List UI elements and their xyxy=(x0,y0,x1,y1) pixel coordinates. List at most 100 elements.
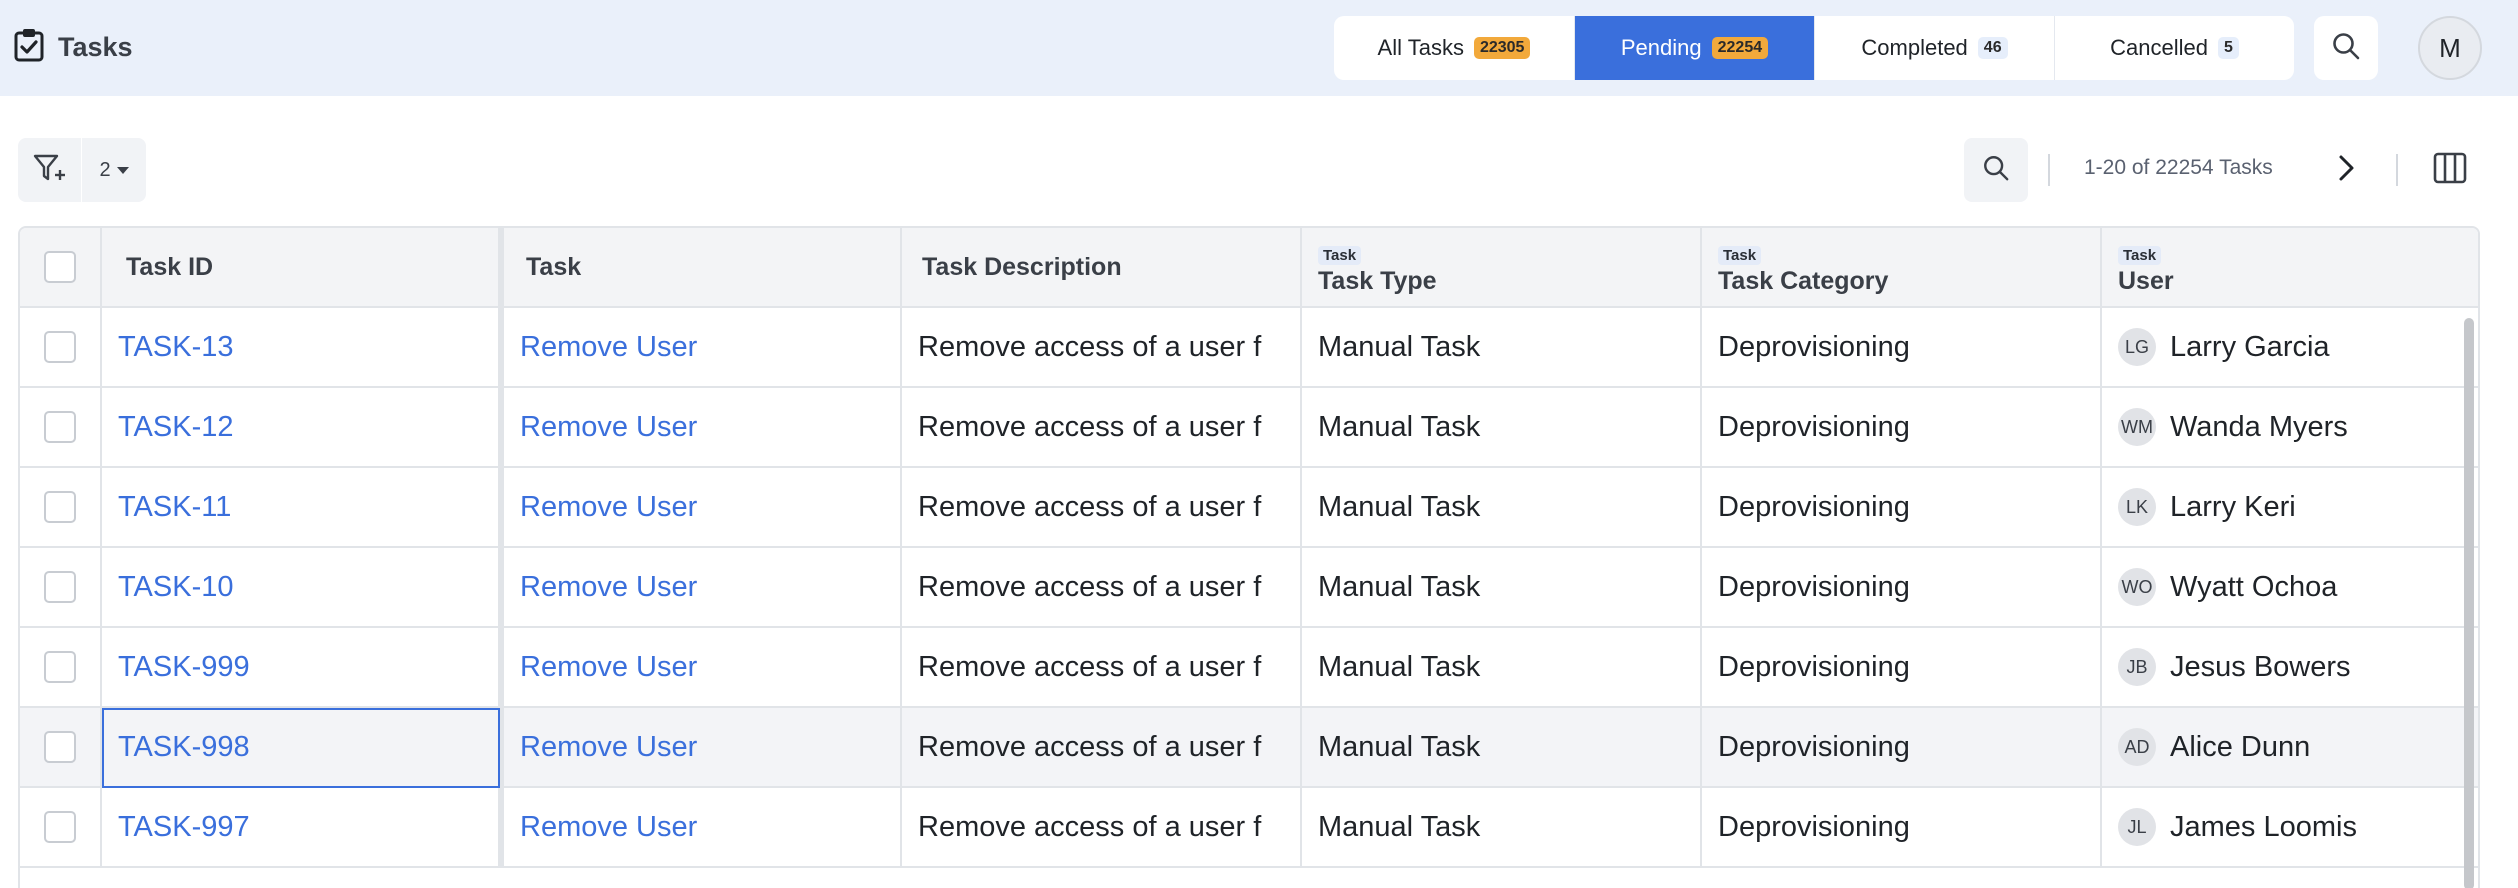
tasks-table: Task ID Task Task Description Task Task … xyxy=(18,226,2480,888)
user-initials-avatar: JL xyxy=(2118,808,2156,846)
user-name: Jesus Bowers xyxy=(2170,650,2351,683)
task-id-link[interactable]: TASK-998 xyxy=(118,731,250,764)
row-checkbox[interactable] xyxy=(44,491,76,523)
row-select-cell xyxy=(20,468,102,546)
task-id-link[interactable]: TASK-10 xyxy=(118,571,234,604)
row-checkbox[interactable] xyxy=(44,651,76,683)
task-type: Manual Task xyxy=(1318,410,1481,443)
task-type-cell: Manual Task xyxy=(1302,628,1702,706)
tab-all-tasks[interactable]: All Tasks 22305 xyxy=(1334,16,1575,80)
task-name-link[interactable]: Remove User xyxy=(520,491,697,524)
column-header-label: User xyxy=(2118,267,2174,295)
task-category-cell: Deprovisioning xyxy=(1702,628,2102,706)
tab-completed[interactable]: Completed 46 xyxy=(1815,16,2055,80)
task-description: Remove access of a user f xyxy=(918,650,1262,683)
table-row[interactable]: TASK-998 Remove User Remove access of a us… xyxy=(20,708,2478,788)
user-initials-avatar: WO xyxy=(2118,568,2156,606)
column-header-task-id[interactable]: Task ID xyxy=(102,228,500,306)
task-name-link[interactable]: Remove User xyxy=(520,571,697,604)
row-checkbox[interactable] xyxy=(44,811,76,843)
task-category: Deprovisioning xyxy=(1718,730,1910,763)
column-header-task[interactable]: Task xyxy=(500,228,902,306)
next-page-button[interactable] xyxy=(2326,150,2366,190)
column-header-task-type[interactable]: Task Task Type xyxy=(1302,228,1702,306)
row-checkbox[interactable] xyxy=(44,411,76,443)
task-id-link[interactable]: TASK-11 xyxy=(118,491,231,524)
task-type-cell: Manual Task xyxy=(1302,788,1702,866)
task-type-cell: Manual Task xyxy=(1302,388,1702,466)
row-select-cell xyxy=(20,708,102,786)
task-description-cell: Remove access of a user f xyxy=(902,708,1302,786)
filter-count-dropdown[interactable]: 2 xyxy=(82,138,146,202)
task-name-link[interactable]: Remove User xyxy=(520,731,697,764)
table-row[interactable]: TASK-11 Remove User Remove access of a use… xyxy=(20,468,2478,548)
task-description: Remove access of a user f xyxy=(918,330,1262,363)
tab-cancelled[interactable]: Cancelled 5 xyxy=(2055,16,2294,80)
user-cell: WO Wyatt Ochoa xyxy=(2102,548,2478,626)
task-description: Remove access of a user f xyxy=(918,810,1262,843)
user-initials-avatar: JB xyxy=(2118,648,2156,686)
divider xyxy=(2396,154,2398,186)
tab-pending[interactable]: Pending 22254 xyxy=(1575,16,1815,80)
column-header-user[interactable]: Task User xyxy=(2102,228,2478,306)
task-id-link[interactable]: TASK-12 xyxy=(118,411,234,444)
task-cell: Remove User xyxy=(500,708,902,786)
task-id-cell: TASK-11 xyxy=(102,468,500,546)
task-id-link[interactable]: TASK-13 xyxy=(118,331,234,364)
column-header-task-category[interactable]: Task Task Category xyxy=(1702,228,2102,306)
select-all-checkbox[interactable] xyxy=(44,251,76,283)
add-filter-button[interactable] xyxy=(18,138,82,202)
divider xyxy=(2048,154,2050,186)
filter-count-value: 2 xyxy=(99,158,111,181)
row-checkbox[interactable] xyxy=(44,331,76,363)
user-name: Wyatt Ochoa xyxy=(2170,570,2338,603)
task-category: Deprovisioning xyxy=(1718,490,1910,523)
user-avatar[interactable]: M xyxy=(2418,16,2482,80)
row-select-cell xyxy=(20,388,102,466)
app-title: Tasks xyxy=(14,28,133,67)
task-type: Manual Task xyxy=(1318,490,1481,523)
task-cell: Remove User xyxy=(500,388,902,466)
user-cell: WM Wanda Myers xyxy=(2102,388,2478,466)
table-row[interactable]: TASK-997 Remove User Remove access of a us… xyxy=(20,788,2478,868)
task-description: Remove access of a user f xyxy=(918,730,1262,763)
task-description: Remove access of a user f xyxy=(918,490,1262,523)
task-cell: Remove User xyxy=(500,468,902,546)
table-row[interactable]: TASK-999 Remove User Remove access of a us… xyxy=(20,628,2478,708)
filter-group: 2 xyxy=(18,138,146,202)
task-name-link[interactable]: Remove User xyxy=(520,411,697,444)
task-category-cell: Deprovisioning xyxy=(1702,708,2102,786)
task-type-cell: Manual Task xyxy=(1302,308,1702,386)
task-id-cell: TASK-12 xyxy=(102,388,500,466)
task-category-cell: Deprovisioning xyxy=(1702,788,2102,866)
user-initials-avatar: WM xyxy=(2118,408,2156,446)
task-id-link[interactable]: TASK-999 xyxy=(118,651,250,684)
columns-icon xyxy=(2433,152,2467,189)
chevron-right-icon xyxy=(2334,153,2358,188)
user-cell: LG Larry Garcia xyxy=(2102,308,2478,386)
column-settings-button[interactable] xyxy=(2430,150,2470,190)
task-id-link[interactable]: TASK-997 xyxy=(118,811,250,844)
row-checkbox[interactable] xyxy=(44,731,76,763)
user-cell: LK Larry Keri xyxy=(2102,468,2478,546)
clipboard-check-icon xyxy=(14,28,44,67)
table-scrollbar[interactable] xyxy=(2464,318,2474,888)
task-id-cell: TASK-998 xyxy=(102,708,500,786)
table-row[interactable]: TASK-10 Remove User Remove access of a use… xyxy=(20,548,2478,628)
filter-add-icon xyxy=(33,153,67,188)
task-description-cell: Remove access of a user f xyxy=(902,388,1302,466)
header-select-all xyxy=(20,228,102,306)
task-name-link[interactable]: Remove User xyxy=(520,651,697,684)
header-search-button[interactable] xyxy=(2314,16,2378,80)
task-category-cell: Deprovisioning xyxy=(1702,468,2102,546)
column-header-task-description[interactable]: Task Description xyxy=(902,228,1302,306)
task-name-link[interactable]: Remove User xyxy=(520,811,697,844)
tab-label: Pending xyxy=(1620,35,1702,60)
row-checkbox[interactable] xyxy=(44,571,76,603)
user-cell: AD Alice Dunn xyxy=(2102,708,2478,786)
table-row[interactable]: TASK-13 Remove User Remove access of a use… xyxy=(20,308,2478,388)
task-name-link[interactable]: Remove User xyxy=(520,331,697,364)
count-badge: 46 xyxy=(1977,37,2008,59)
table-search-button[interactable] xyxy=(1964,138,2028,202)
table-row[interactable]: TASK-12 Remove User Remove access of a use… xyxy=(20,388,2478,468)
